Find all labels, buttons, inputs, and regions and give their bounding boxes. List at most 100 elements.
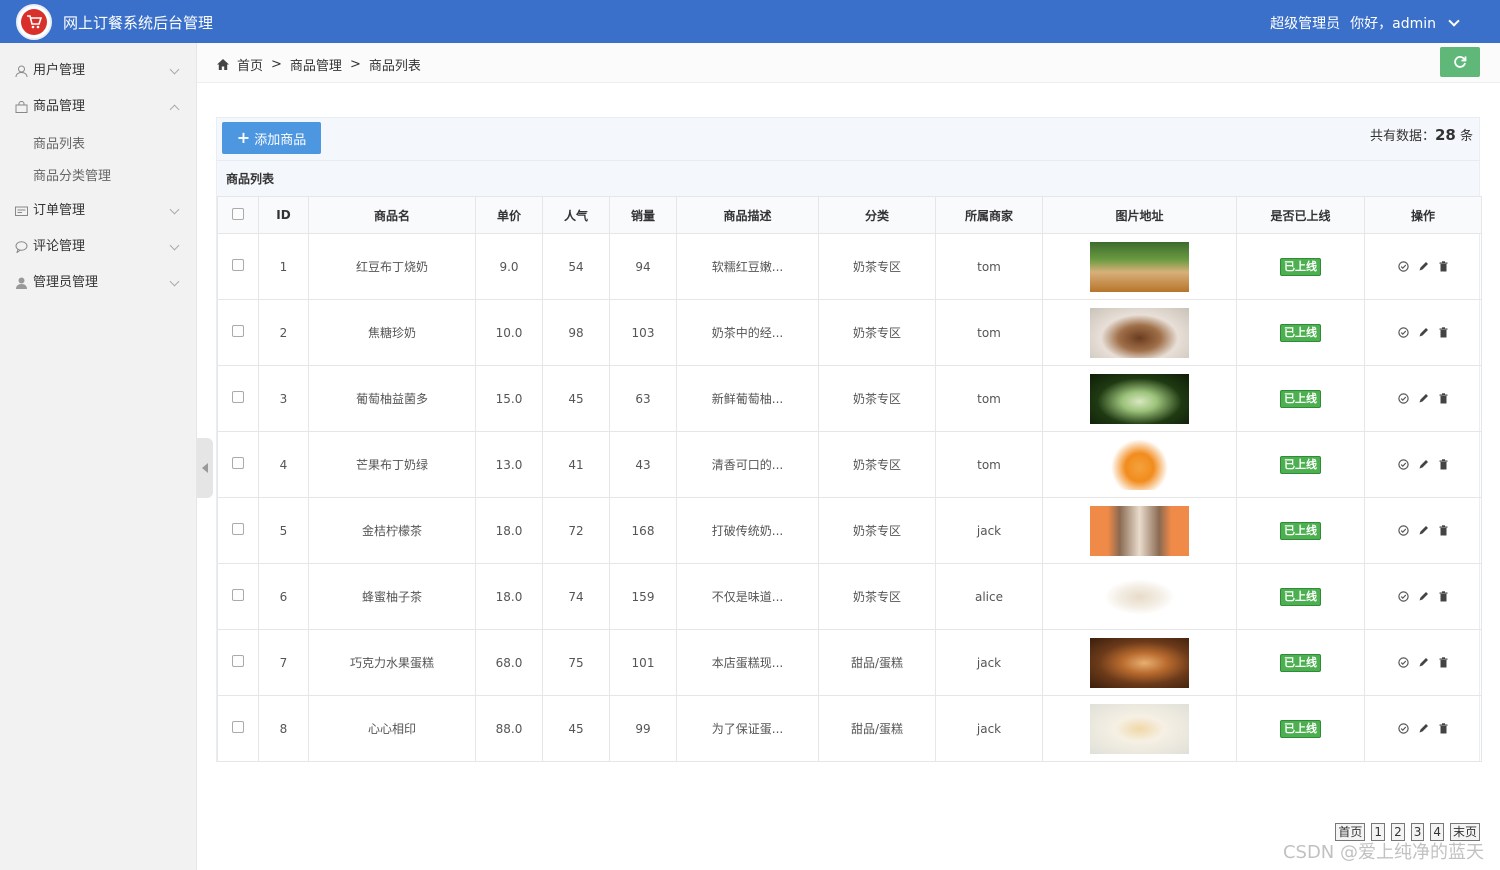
trash-icon[interactable]: [1438, 525, 1449, 536]
sidebar-item-users[interactable]: 用户管理: [0, 53, 196, 89]
col-header[interactable]: 单价: [475, 196, 543, 234]
sidebar-item-products[interactable]: 商品管理: [0, 89, 196, 125]
row-checkbox[interactable]: [232, 457, 244, 469]
cell-status: 已上线: [1236, 365, 1365, 432]
chevron-down-icon: [169, 204, 180, 215]
check-circle-icon[interactable]: [1397, 723, 1409, 734]
add-product-button[interactable]: + 添加商品: [222, 122, 321, 154]
row-select-cell: [217, 299, 259, 366]
breadcrumb: 首页 > 商品管理 > 商品列表: [217, 55, 421, 74]
greeting-label: 你好，admin: [1350, 16, 1436, 32]
product-thumbnail: [1090, 439, 1189, 490]
status-badge: 已上线: [1280, 521, 1321, 540]
row-checkbox[interactable]: [232, 391, 244, 403]
cell-sales: 103: [609, 299, 677, 366]
pencil-icon[interactable]: [1418, 261, 1429, 272]
table-row[interactable]: 1 红豆布丁烧奶 9.0 54 94 软糯红豆嫩... 奶茶专区 tom 已上线: [217, 233, 1482, 300]
pencil-icon[interactable]: [1418, 525, 1429, 536]
col-header[interactable]: 销量: [609, 196, 677, 234]
col-header[interactable]: 商品名: [308, 196, 476, 234]
trash-icon[interactable]: [1438, 723, 1449, 734]
cell-popularity: 72: [542, 497, 610, 564]
product-thumbnail: [1090, 637, 1189, 688]
select-all-checkbox[interactable]: [232, 207, 244, 220]
table-row[interactable]: 8 心心相印 88.0 45 99 为了保证蛋... 甜品/蛋糕 jack 已上…: [217, 695, 1482, 762]
table-row[interactable]: 2 焦糖珍奶 10.0 98 103 奶茶中的经... 奶茶专区 tom 已上线: [217, 299, 1482, 366]
order-icon: [15, 206, 28, 216]
table-row[interactable]: 5 金桔柠檬茶 18.0 72 168 打破传统奶... 奶茶专区 jack 已…: [217, 497, 1482, 564]
trash-icon[interactable]: [1438, 657, 1449, 668]
row-checkbox[interactable]: [232, 523, 244, 535]
row-checkbox[interactable]: [232, 259, 244, 271]
sidebar: 用户管理 商品管理 商品列表 商品分类管理 订单管理 评论管理 管理员管理: [0, 43, 197, 870]
cell-id: 3: [258, 365, 309, 432]
table-row[interactable]: 6 蜂蜜柚子茶 18.0 74 159 不仅是味道... 奶茶专区 alice …: [217, 563, 1482, 630]
pencil-icon[interactable]: [1418, 459, 1429, 470]
col-header[interactable]: 人气: [542, 196, 610, 234]
trash-icon[interactable]: [1438, 459, 1449, 470]
cell-popularity: 75: [542, 629, 610, 696]
pencil-icon[interactable]: [1418, 393, 1429, 404]
status-badge: 已上线: [1280, 323, 1321, 342]
sidebar-subitem-product-list[interactable]: 商品列表: [0, 129, 196, 161]
home-icon: [217, 59, 229, 70]
cell-actions: [1364, 431, 1482, 498]
cell-category: 奶茶专区: [818, 365, 936, 432]
row-checkbox[interactable]: [232, 721, 244, 733]
cart-icon: [21, 9, 47, 35]
trash-icon[interactable]: [1438, 591, 1449, 602]
row-select-cell: [217, 431, 259, 498]
col-header[interactable]: 操作: [1364, 196, 1482, 234]
breadcrumb-products[interactable]: 商品管理: [290, 55, 342, 74]
col-header[interactable]: ID: [258, 196, 309, 234]
check-circle-icon[interactable]: [1397, 393, 1409, 404]
pencil-icon[interactable]: [1418, 591, 1429, 602]
status-badge: 已上线: [1280, 719, 1321, 738]
col-header[interactable]: 图片地址: [1042, 196, 1237, 234]
user-menu[interactable]: 超级管理员 你好，admin: [1270, 13, 1460, 33]
cell-image: [1042, 629, 1237, 696]
check-circle-icon[interactable]: [1397, 525, 1409, 536]
pencil-icon[interactable]: [1418, 327, 1429, 338]
cell-actions: [1364, 299, 1482, 366]
pencil-icon[interactable]: [1418, 723, 1429, 734]
chevron-down-icon[interactable]: [1448, 15, 1460, 27]
pencil-icon[interactable]: [1418, 657, 1429, 668]
sidebar-item-orders[interactable]: 订单管理: [0, 193, 196, 229]
table-row[interactable]: 7 巧克力水果蛋糕 68.0 75 101 本店蛋糕现... 甜品/蛋糕 jac…: [217, 629, 1482, 696]
check-circle-icon[interactable]: [1397, 657, 1409, 668]
cell-description: 为了保证蛋...: [676, 695, 819, 762]
app-logo[interactable]: [16, 4, 52, 40]
col-header[interactable]: 是否已上线: [1236, 196, 1365, 234]
cell-merchant: tom: [935, 431, 1043, 498]
breadcrumb-home[interactable]: 首页: [237, 55, 263, 74]
table-row[interactable]: 3 葡萄柚益菌多 15.0 45 63 新鲜葡萄柚... 奶茶专区 tom 已上…: [217, 365, 1482, 432]
status-badge: 已上线: [1280, 257, 1321, 276]
check-circle-icon[interactable]: [1397, 261, 1409, 272]
col-header[interactable]: 所属商家: [935, 196, 1043, 234]
sidebar-item-comments[interactable]: 评论管理: [0, 229, 196, 265]
sidebar-subitem-category[interactable]: 商品分类管理: [0, 161, 196, 193]
trash-icon[interactable]: [1438, 393, 1449, 404]
cell-actions: [1364, 497, 1482, 564]
sidebar-item-label: 评论管理: [33, 239, 86, 254]
trash-icon[interactable]: [1438, 327, 1449, 338]
trash-icon[interactable]: [1438, 261, 1449, 272]
check-circle-icon[interactable]: [1397, 591, 1409, 602]
refresh-button[interactable]: [1440, 47, 1480, 77]
sidebar-collapse-handle[interactable]: [197, 438, 213, 498]
table-row[interactable]: 4 芒果布丁奶绿 13.0 41 43 清香可口的... 奶茶专区 tom 已上…: [217, 431, 1482, 498]
col-header[interactable]: 商品描述: [676, 196, 819, 234]
cell-category: 奶茶专区: [818, 497, 936, 564]
cell-id: 5: [258, 497, 309, 564]
row-checkbox[interactable]: [232, 655, 244, 667]
watermark: CSDN @爱上纯净的蓝天: [1282, 842, 1484, 863]
row-checkbox[interactable]: [232, 325, 244, 337]
cell-image: [1042, 431, 1237, 498]
plus-icon: +: [236, 128, 251, 147]
col-header[interactable]: 分类: [818, 196, 936, 234]
check-circle-icon[interactable]: [1397, 327, 1409, 338]
row-checkbox[interactable]: [232, 589, 244, 601]
sidebar-item-admins[interactable]: 管理员管理: [0, 265, 196, 301]
check-circle-icon[interactable]: [1397, 459, 1409, 470]
